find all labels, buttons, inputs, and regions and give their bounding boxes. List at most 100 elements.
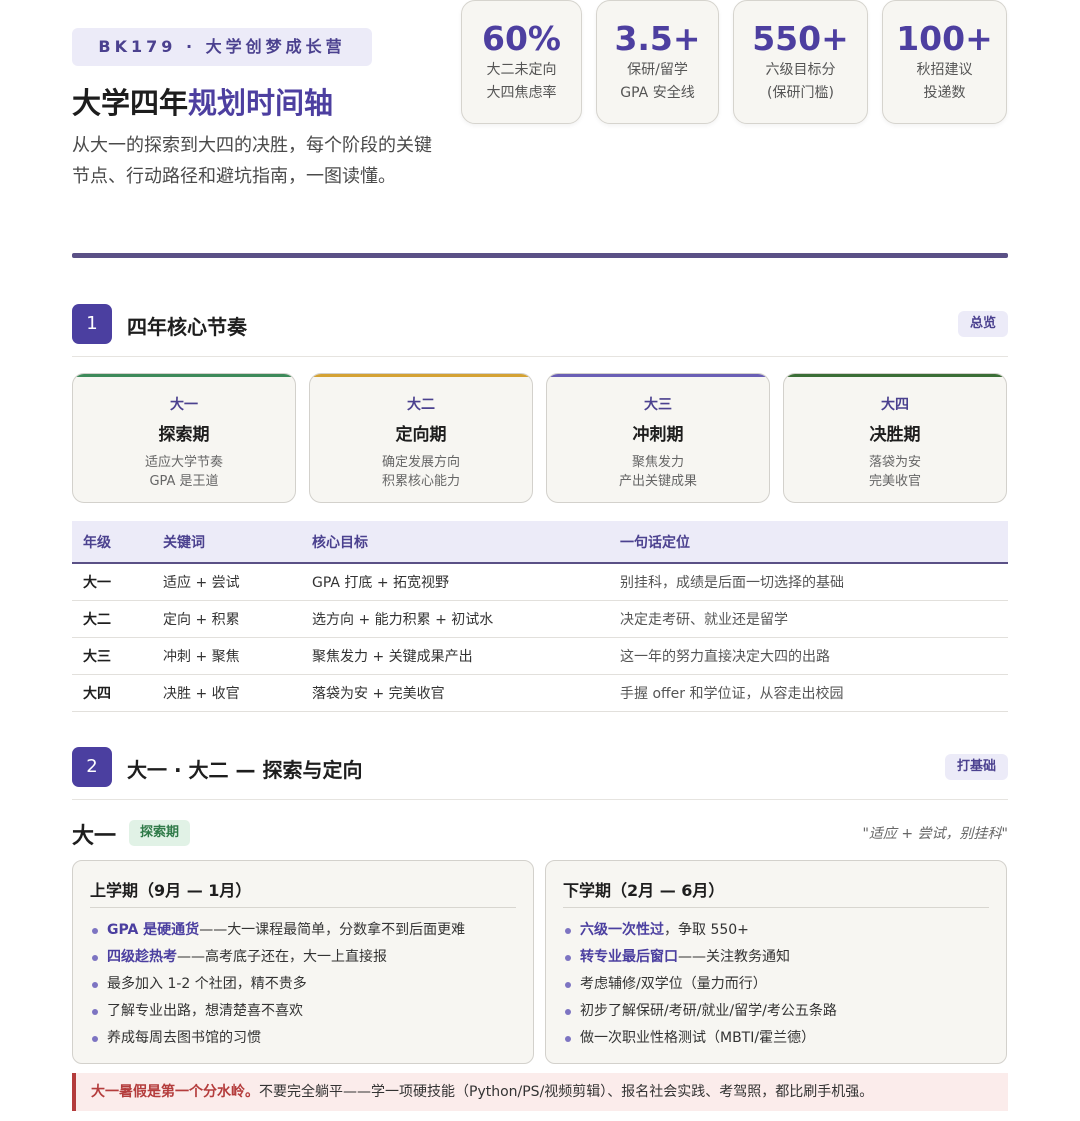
item-text: 了解专业出路，想清楚喜不喜欢 [107,1003,303,1019]
column-header: 核心目标 [301,521,609,564]
stat-value: 60% [482,19,561,58]
page-title: 大学四年规划时间轴 [72,80,333,122]
phase-name: 冲刺期 [632,425,684,445]
list-item: 养成每周去图书馆的习惯 [90,1025,465,1052]
summer-warning-callout: 大一暑假是第一个分水岭。不要完全躺平——学一项硬技能（Python/PS/视频剪… [72,1073,1008,1111]
phase-year: 大三 [644,397,672,413]
stat-label: 保研/留学 GPA 安全线 [620,62,695,101]
table-cell: 冲刺 + 聚焦 [152,637,301,675]
phase-card: 大三 冲刺期 聚焦发力 产出关键成果 [546,373,770,503]
section-badge: 打基础 [944,754,1008,780]
table-row: 大四 决胜 + 收官 落袋为安 + 完美收官 手握 offer 和学位证，从容走… [72,674,1008,712]
phase-desc: 确定发展方向 积累核心能力 [381,455,460,489]
item-highlight: 四级趁热考 [107,949,177,965]
stat-card: 100+ 秋招建议 投递数 [882,0,1007,124]
list-item: 四级趁热考——高考底子还在，大一上直接报 [90,944,465,971]
year-motto: "适应 + 尝试，别挂科" [862,826,1008,842]
column-header: 关键词 [152,521,301,564]
stat-value: 100+ [896,19,993,58]
table-cell: 别挂科，成绩是后面一切选择的基础 [609,563,1008,601]
phase-name: 探索期 [158,425,210,445]
section-number: 1 [72,304,112,344]
list-item: 考虑辅修/双学位（量力而行） [563,971,837,998]
item-text: 养成每周去图书馆的习惯 [107,1030,261,1046]
table-cell: 落袋为安 + 完美收官 [301,674,609,712]
table-cell: 定向 + 积累 [152,600,301,638]
section-title: 大一 · 大二 — 探索与定向 [127,758,363,782]
bullet-dot-icon [565,1009,571,1015]
table-cell: 大二 [72,600,152,638]
bullet-dot-icon [565,928,571,934]
bullet-dot-icon [565,1036,571,1042]
list-item: GPA 是硬通货——大一课程最简单，分数拿不到后面更难 [90,917,465,944]
list-item: 六级一次性过，争取 550+ [563,917,837,944]
table-cell: 大一 [72,563,152,601]
stat-value: 3.5+ [614,19,701,58]
phase-card: 大二 定向期 确定发展方向 积累核心能力 [309,373,533,503]
term-title: 下学期（2月 — 6月） [563,881,725,900]
term-card-fall: 上学期（9月 — 1月） GPA 是硬通货——大一课程最简单，分数拿不到后面更难… [72,860,534,1064]
phase-accent-line [784,374,1006,377]
phase-desc: 落袋为安 完美收官 [868,455,921,489]
column-header: 年级 [72,521,152,564]
table-cell: 选方向 + 能力积累 + 初试水 [301,600,609,638]
phase-year: 大二 [407,397,435,413]
callout-highlight: 大一暑假是第一个分水岭。 [91,1084,259,1100]
header-divider [72,253,1008,258]
stat-card: 3.5+ 保研/留学 GPA 安全线 [596,0,719,124]
item-text: ——高考底子还在，大一上直接报 [177,949,387,965]
phase-name: 决胜期 [869,425,921,445]
stat-label: 六级目标分 (保研门槛) [765,62,836,101]
phase-accent-line [310,374,532,377]
phase-year: 大一 [170,397,198,413]
phase-desc: 聚焦发力 产出关键成果 [618,455,697,489]
bullet-dot-icon [92,1009,98,1015]
item-text: 最多加入 1-2 个社团，精不贵多 [107,976,307,992]
bullet-dot-icon [92,928,98,934]
table-cell: 手握 offer 和学位证，从容走出校园 [609,674,1008,712]
table-row: 大一 适应 + 尝试 GPA 打底 + 拓宽视野 别挂科，成绩是后面一切选择的基… [72,563,1008,601]
bullet-dot-icon [92,982,98,988]
callout-text: 不要完全躺平——学一项硬技能（Python/PS/视频剪辑）、报名社会实践、考驾… [259,1084,874,1100]
phase-name: 定向期 [395,425,447,445]
table-cell: 决胜 + 收官 [152,674,301,712]
section-number: 2 [72,747,112,787]
stat-label: 秋招建议 投递数 [916,62,973,101]
year-label: 大一 [72,824,117,849]
table-cell: 大三 [72,637,152,675]
term-task-list: 六级一次性过，争取 550+ 转专业最后窗口——关注教务通知 考虑辅修/双学位（… [563,917,837,1052]
term-title: 上学期（9月 — 1月） [90,881,252,900]
column-header: 一句话定位 [609,521,1008,564]
title-plain: 大学四年 [72,86,189,120]
section-badge: 总览 [957,311,1008,337]
table-cell: 决定走考研、就业还是留学 [609,600,1008,638]
section-title: 四年核心节奏 [127,315,247,339]
list-item: 了解专业出路，想清楚喜不喜欢 [90,998,465,1025]
table-cell: 聚焦发力 + 关键成果产出 [301,637,609,675]
table-cell: 适应 + 尝试 [152,563,301,601]
bullet-dot-icon [565,955,571,961]
item-text: ，争取 550+ [664,922,749,938]
stat-card: 550+ 六级目标分 (保研门槛) [733,0,868,124]
term-card-spring: 下学期（2月 — 6月） 六级一次性过，争取 550+ 转专业最后窗口——关注教… [545,860,1007,1064]
item-highlight: GPA 是硬通货 [107,922,200,938]
brand-tag: BK179 · 大学创梦成长营 [72,28,372,66]
phase-desc: 适应大学节奏 GPA 是王道 [144,455,223,489]
item-text: ——关注教务通知 [678,949,790,965]
phase-accent-line [73,374,295,377]
table-row: 大二 定向 + 积累 选方向 + 能力积累 + 初试水 决定走考研、就业还是留学 [72,600,1008,638]
section-header: 2 大一 · 大二 — 探索与定向 打基础 [72,747,1008,800]
list-item: 转专业最后窗口——关注教务通知 [563,944,837,971]
bullet-dot-icon [92,955,98,961]
item-text: 初步了解保研/考研/就业/留学/考公五条路 [580,1003,837,1019]
list-item: 做一次职业性格测试（MBTI/霍兰德） [563,1025,837,1052]
core-rhythm-table: 年级 关键词 核心目标 一句话定位 大一 适应 + 尝试 GPA 打底 + 拓宽… [72,521,1008,712]
section-header: 1 四年核心节奏 总览 [72,304,1008,357]
item-text: 做一次职业性格测试（MBTI/霍兰德） [580,1030,816,1046]
table-cell: 这一年的努力直接决定大四的出路 [609,637,1008,675]
table-cell: 大四 [72,674,152,712]
item-highlight: 六级一次性过 [580,922,664,938]
term-task-list: GPA 是硬通货——大一课程最简单，分数拿不到后面更难 四级趁热考——高考底子还… [90,917,465,1052]
item-highlight: 转专业最后窗口 [580,949,678,965]
stat-value: 550+ [752,19,849,58]
